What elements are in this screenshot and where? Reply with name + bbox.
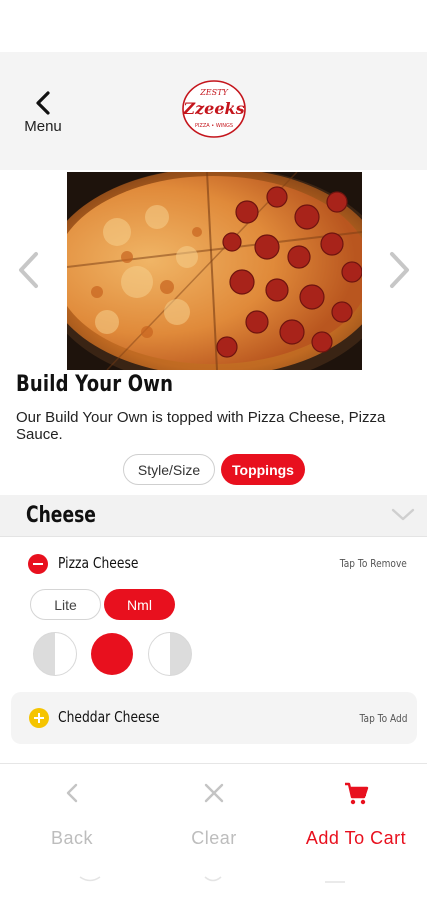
cart-icon	[345, 782, 369, 805]
right-half-portion-icon[interactable]	[148, 632, 192, 676]
previous-image-arrow-icon[interactable]	[14, 250, 42, 290]
product-title: Build Your Own	[16, 372, 174, 397]
svg-text:ZESTY: ZESTY	[199, 88, 228, 97]
zzeeks-logo: ZESTY Zzeeks PIZZA • WINGS	[182, 80, 246, 138]
system-nav-hint	[79, 876, 345, 883]
remove-icon[interactable]	[28, 554, 48, 574]
left-half-portion-icon[interactable]	[33, 632, 77, 676]
topping-item-pizza-cheese[interactable]: Pizza Cheese Tap To Remove	[0, 548, 427, 578]
chevron-down-icon	[391, 508, 415, 521]
product-image	[67, 172, 362, 370]
top-bar: Menu ZESTY Zzeeks PIZZA • WINGS	[0, 52, 427, 170]
clear-button[interactable]: Clear	[144, 774, 284, 854]
section-title: Cheese	[26, 503, 96, 528]
chevron-left-icon	[66, 783, 78, 803]
back-label: Back	[50, 828, 94, 848]
add-icon[interactable]	[29, 708, 49, 728]
add-to-cart-label: Add To Cart	[305, 828, 407, 848]
back-label: Menu	[24, 118, 62, 135]
whole-portion-icon[interactable]	[91, 633, 133, 675]
option-tabs: Style/Size Toppings	[0, 454, 427, 486]
amount-normal-button[interactable]: Nml	[104, 589, 175, 620]
cheese-section-header[interactable]: Cheese	[0, 495, 427, 537]
close-icon	[204, 783, 224, 803]
topping-name: Pizza Cheese	[58, 554, 139, 572]
topping-item-cheddar-cheese[interactable]: Cheddar Cheese Tap To Add	[11, 692, 417, 744]
amount-lite-button[interactable]: Lite	[30, 589, 101, 620]
tap-to-add-hint: Tap To Add	[359, 712, 407, 725]
chevron-left-icon	[36, 91, 50, 115]
amount-selector: Lite Nml	[0, 589, 427, 621]
tap-to-remove-hint: Tap To Remove	[339, 557, 407, 570]
clear-label: Clear	[191, 828, 237, 848]
topping-name: Cheddar Cheese	[58, 708, 160, 726]
next-image-arrow-icon[interactable]	[386, 250, 414, 290]
back-to-menu-button[interactable]: Menu	[20, 90, 66, 135]
add-to-cart-button[interactable]: Add To Cart	[286, 774, 426, 854]
portion-selector	[0, 632, 427, 676]
tab-toppings[interactable]: Toppings	[221, 454, 305, 485]
svg-text:PIZZA • WINGS: PIZZA • WINGS	[195, 123, 233, 129]
svg-text:Zzeeks: Zzeeks	[182, 99, 244, 118]
tab-style-size[interactable]: Style/Size	[123, 454, 215, 485]
back-button[interactable]: Back	[2, 774, 142, 854]
product-description: Our Build Your Own is topped with Pizza …	[16, 409, 386, 443]
